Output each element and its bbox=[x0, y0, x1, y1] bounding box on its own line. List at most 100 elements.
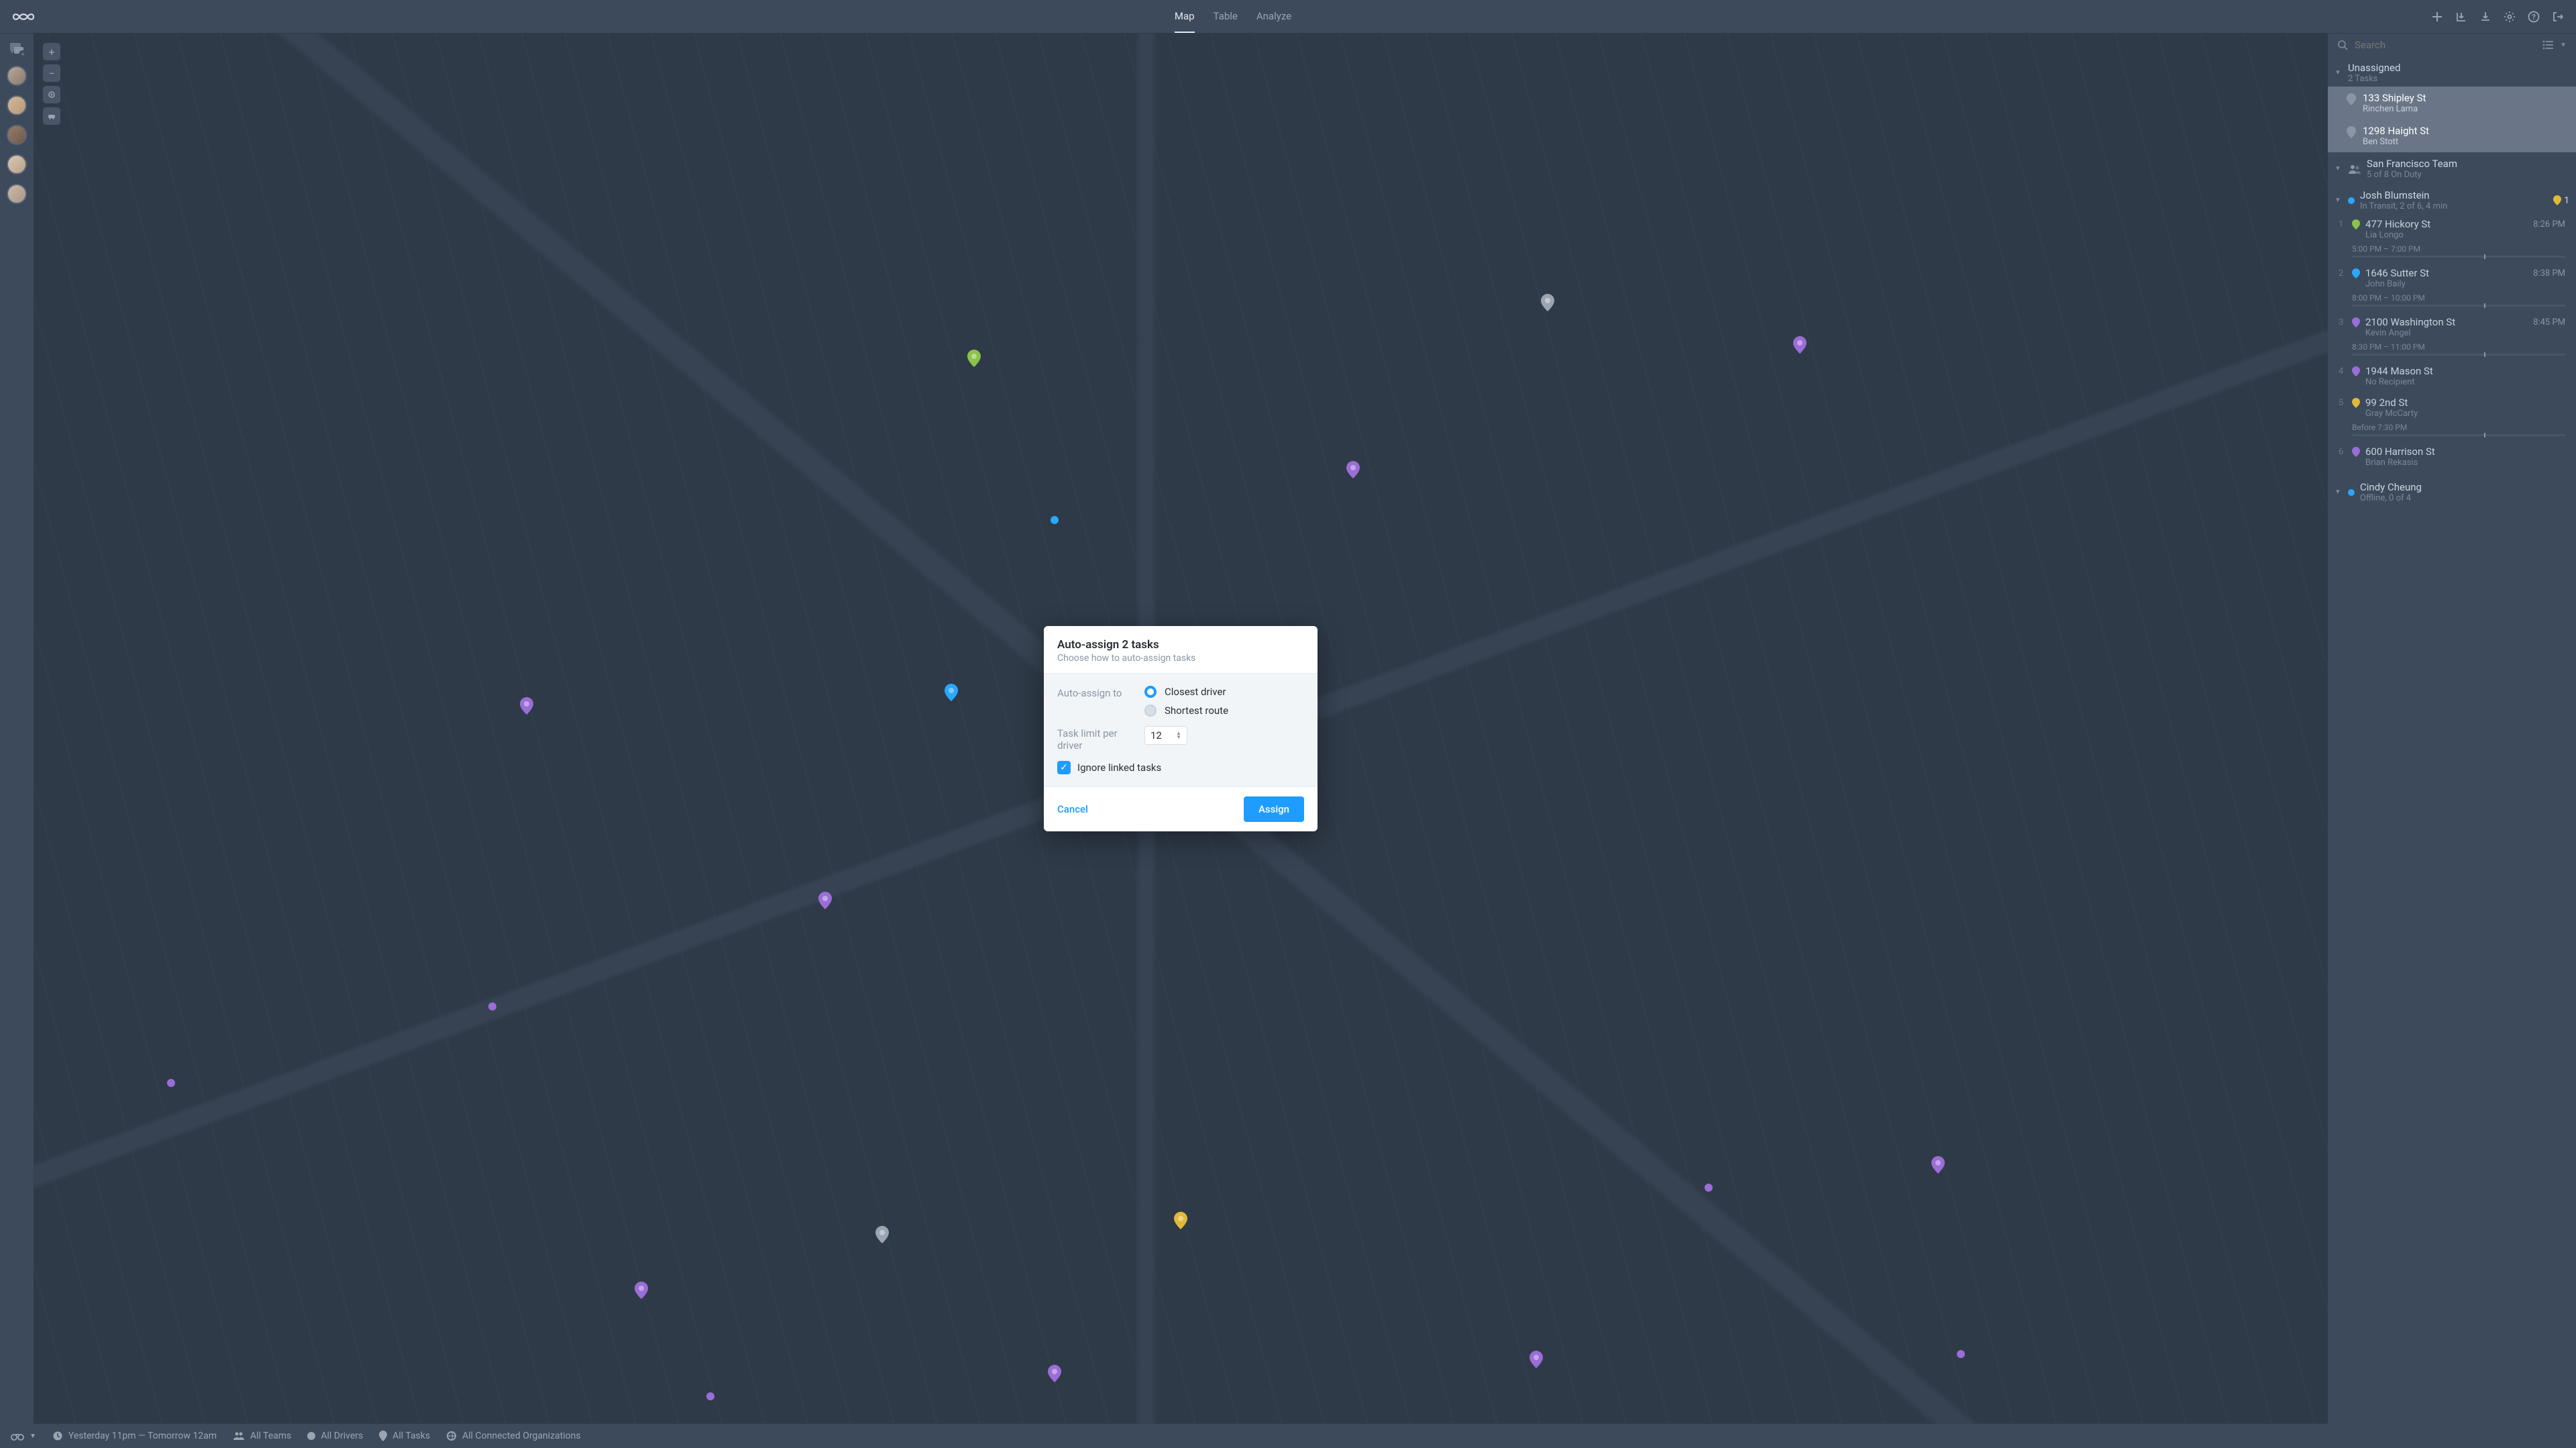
radio-selected-icon bbox=[1144, 686, 1157, 698]
radio-shortest-label: Shortest route bbox=[1165, 705, 1228, 717]
search-input[interactable] bbox=[2355, 39, 2536, 51]
avatar-1[interactable] bbox=[7, 66, 27, 86]
task-eta: 8:38 PM bbox=[2533, 268, 2565, 278]
task-address: 2100 Washington St bbox=[2365, 316, 2455, 328]
modal-title: Auto-assign 2 tasks bbox=[1057, 638, 1304, 652]
task-recipient: Ben Stott bbox=[2363, 137, 2429, 147]
drivers-label: All Drivers bbox=[321, 1431, 363, 1441]
task-recipient: Gray McCarty bbox=[2365, 409, 2565, 419]
task-number: 1 bbox=[2339, 219, 2343, 229]
plus-icon[interactable] bbox=[2431, 11, 2443, 23]
unassigned-header[interactable]: ▼ Unassigned 2 Tasks bbox=[2328, 56, 2576, 87]
pin-icon bbox=[2352, 398, 2360, 408]
cancel-button[interactable]: Cancel bbox=[1057, 803, 1088, 815]
driver-task[interactable]: 5 99 2nd StGray McCarty Before 7:30 PM bbox=[2328, 394, 2576, 443]
driver-name: Josh Blumstein bbox=[2360, 189, 2430, 201]
task-recipient: Lia Longo bbox=[2365, 230, 2565, 240]
driver-header[interactable]: ▼Josh BlumsteinIn Transit, 2 of 6, 4 min… bbox=[2328, 183, 2576, 215]
task-limit-stepper[interactable]: ▲▼ bbox=[1144, 726, 1187, 745]
binoculars-button[interactable]: ▼ bbox=[11, 1431, 36, 1441]
chevron-down-icon: ▼ bbox=[2334, 197, 2343, 204]
task-number: 5 bbox=[2339, 398, 2343, 408]
task-number: 2 bbox=[2339, 268, 2343, 278]
pin-icon bbox=[2352, 447, 2360, 457]
task-address: 1944 Mason St bbox=[2365, 365, 2433, 377]
logo bbox=[12, 11, 35, 23]
driver-status-dot bbox=[2348, 489, 2355, 496]
drivers-filter[interactable]: All Drivers bbox=[307, 1431, 363, 1441]
task-eta: 8:26 PM bbox=[2533, 219, 2565, 229]
task-window: 8:30 PM – 11:00 PM bbox=[2352, 342, 2565, 352]
logout-icon[interactable] bbox=[2552, 11, 2564, 23]
task-recipient: Brian Rekasis bbox=[2365, 458, 2565, 468]
ignore-linked-checkbox[interactable]: ✓ Ignore linked tasks bbox=[1057, 761, 1304, 774]
auto-assign-modal: Auto-assign 2 tasks Choose how to auto-a… bbox=[1044, 626, 1318, 831]
unassigned-count: 2 Tasks bbox=[2348, 74, 2400, 84]
teams-label: All Teams bbox=[250, 1431, 291, 1441]
pin-icon bbox=[2352, 366, 2360, 376]
tasks-label: All Tasks bbox=[392, 1431, 430, 1441]
driver-task[interactable]: 41944 Mason StNo Recipient bbox=[2328, 362, 2576, 394]
svg-text:?: ? bbox=[2532, 13, 2536, 21]
checkbox-checked-icon: ✓ bbox=[1057, 761, 1071, 774]
task-window: 8:00 PM – 10:00 PM bbox=[2352, 293, 2565, 303]
radio-shortest-route[interactable]: Shortest route bbox=[1144, 705, 1228, 717]
task-number: 6 bbox=[2339, 447, 2343, 457]
chat-icon[interactable]: + bbox=[9, 42, 25, 56]
topbar-actions: ? bbox=[2431, 11, 2564, 23]
tab-table[interactable]: Table bbox=[1214, 1, 1238, 33]
driver-task[interactable]: 1477 Hickory St8:26 PMLia Longo5:00 PM –… bbox=[2328, 215, 2576, 264]
task-recipient: Rinchen Lama bbox=[2363, 104, 2426, 114]
avatar-4[interactable] bbox=[7, 154, 27, 174]
gear-icon[interactable] bbox=[2504, 11, 2516, 23]
task-address: 99 2nd St bbox=[2365, 397, 2408, 409]
timerange-filter[interactable]: Yesterday 11pm — Tomorrow 12am bbox=[52, 1431, 217, 1441]
radio-closest-driver[interactable]: Closest driver bbox=[1144, 686, 1228, 698]
driver-status-dot bbox=[2348, 197, 2355, 204]
task-limit-input[interactable] bbox=[1150, 729, 1169, 741]
task-number: 4 bbox=[2339, 366, 2343, 376]
team-name: San Francisco Team bbox=[2367, 158, 2457, 170]
pin-icon bbox=[2352, 317, 2360, 327]
tab-map[interactable]: Map bbox=[1175, 1, 1195, 33]
chevron-down-icon: ▼ bbox=[2334, 69, 2343, 76]
tasks-filter[interactable]: All Tasks bbox=[379, 1431, 430, 1441]
avatar-5[interactable] bbox=[7, 184, 27, 204]
list-view-icon[interactable] bbox=[2542, 40, 2553, 50]
driver-task[interactable]: 32100 Washington St8:45 PMKevin Angel8:3… bbox=[2328, 313, 2576, 362]
topbar: Map Table Analyze ? bbox=[0, 0, 2576, 34]
team-header[interactable]: ▼ San Francisco Team 5 of 8 On Duty bbox=[2328, 152, 2576, 183]
task-limit-label: Task limit per driver bbox=[1057, 726, 1144, 752]
unassigned-title: Unassigned bbox=[2348, 62, 2400, 74]
avatar-3[interactable] bbox=[7, 125, 27, 145]
assign-button[interactable]: Assign bbox=[1244, 796, 1304, 822]
orgs-filter[interactable]: All Connected Organizations bbox=[446, 1431, 580, 1441]
help-icon[interactable]: ? bbox=[2528, 11, 2540, 23]
driver-header[interactable]: ▼Cindy CheungOffline, 0 of 4 bbox=[2328, 474, 2576, 507]
driver-task[interactable]: 6 600 Harrison StBrian Rekasis bbox=[2328, 443, 2576, 474]
chevron-down-icon: ▼ bbox=[2334, 165, 2343, 172]
download-icon[interactable] bbox=[2479, 11, 2491, 23]
teams-filter[interactable]: All Teams bbox=[233, 1431, 291, 1441]
modal-subtitle: Choose how to auto-assign tasks bbox=[1057, 653, 1304, 664]
pin-icon bbox=[2352, 268, 2360, 278]
right-panel: ▼ ▼ Unassigned 2 Tasks 133 Shipley StRin… bbox=[2328, 34, 2576, 1448]
pin-icon bbox=[2347, 126, 2356, 138]
import-icon[interactable] bbox=[2455, 11, 2467, 23]
nav-tabs: Map Table Analyze bbox=[1175, 1, 1291, 33]
avatar-2[interactable] bbox=[7, 95, 27, 115]
unassigned-task[interactable]: 133 Shipley StRinchen Lama bbox=[2328, 87, 2576, 119]
driver-task[interactable]: 21646 Sutter St8:38 PMJohn Baily8:00 PM … bbox=[2328, 264, 2576, 313]
task-address: 133 Shipley St bbox=[2363, 92, 2426, 104]
tab-analyze[interactable]: Analyze bbox=[1256, 1, 1291, 33]
task-recipient: John Baily bbox=[2365, 279, 2565, 289]
task-window: 5:00 PM – 7:00 PM bbox=[2352, 244, 2565, 254]
modal-backdrop: Auto-assign 2 tasks Choose how to auto-a… bbox=[34, 34, 2328, 1424]
assign-to-label: Auto-assign to bbox=[1057, 686, 1144, 699]
task-window: Before 7:30 PM bbox=[2352, 423, 2565, 432]
unassigned-task[interactable]: 1298 Haight StBen Stott bbox=[2328, 119, 2576, 152]
task-address: 600 Harrison St bbox=[2365, 446, 2435, 458]
task-number: 3 bbox=[2339, 317, 2343, 327]
filter-dropdown-icon[interactable]: ▼ bbox=[2560, 42, 2567, 49]
search-icon bbox=[2337, 40, 2348, 50]
